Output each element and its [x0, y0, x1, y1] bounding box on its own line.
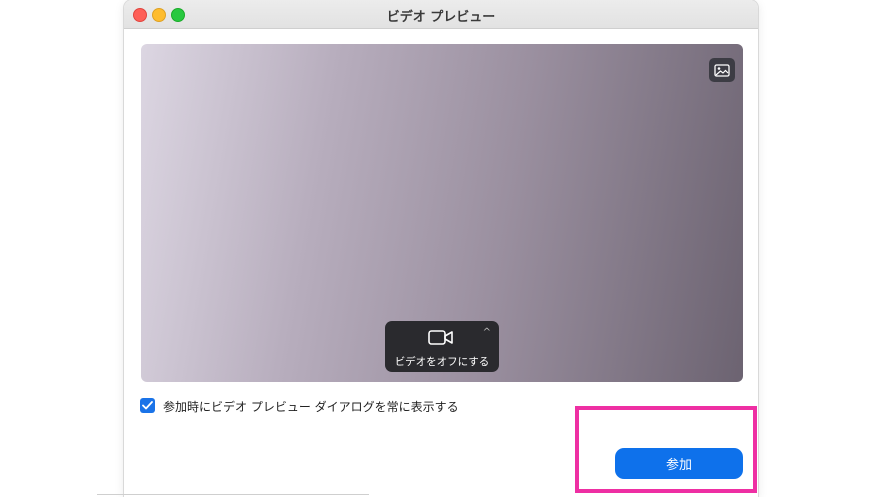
window-bottom-divider	[97, 494, 369, 495]
video-preview-area: ^ ビデオをオフにする	[141, 44, 743, 382]
video-preview-window: ビデオ プレビュー ^ ビデオをオフにする 参加時にビデオ プレビュー ダイアロ…	[124, 0, 758, 497]
video-camera-icon	[428, 330, 453, 345]
title-bar: ビデオ プレビュー	[124, 0, 758, 29]
chevron-up-icon[interactable]: ^	[483, 327, 491, 338]
stop-video-button[interactable]: ^ ビデオをオフにする	[385, 321, 499, 372]
join-button[interactable]: 参加	[615, 448, 743, 479]
checkmark-icon	[142, 401, 153, 410]
always-show-preview-label[interactable]: 参加時にビデオ プレビュー ダイアログを常に表示する	[163, 398, 459, 415]
always-show-preview-checkbox[interactable]	[140, 398, 155, 413]
window-title: ビデオ プレビュー	[386, 10, 496, 25]
image-icon	[714, 63, 730, 77]
stop-video-label: ビデオをオフにする	[394, 356, 490, 368]
virtual-background-button[interactable]	[709, 58, 735, 82]
